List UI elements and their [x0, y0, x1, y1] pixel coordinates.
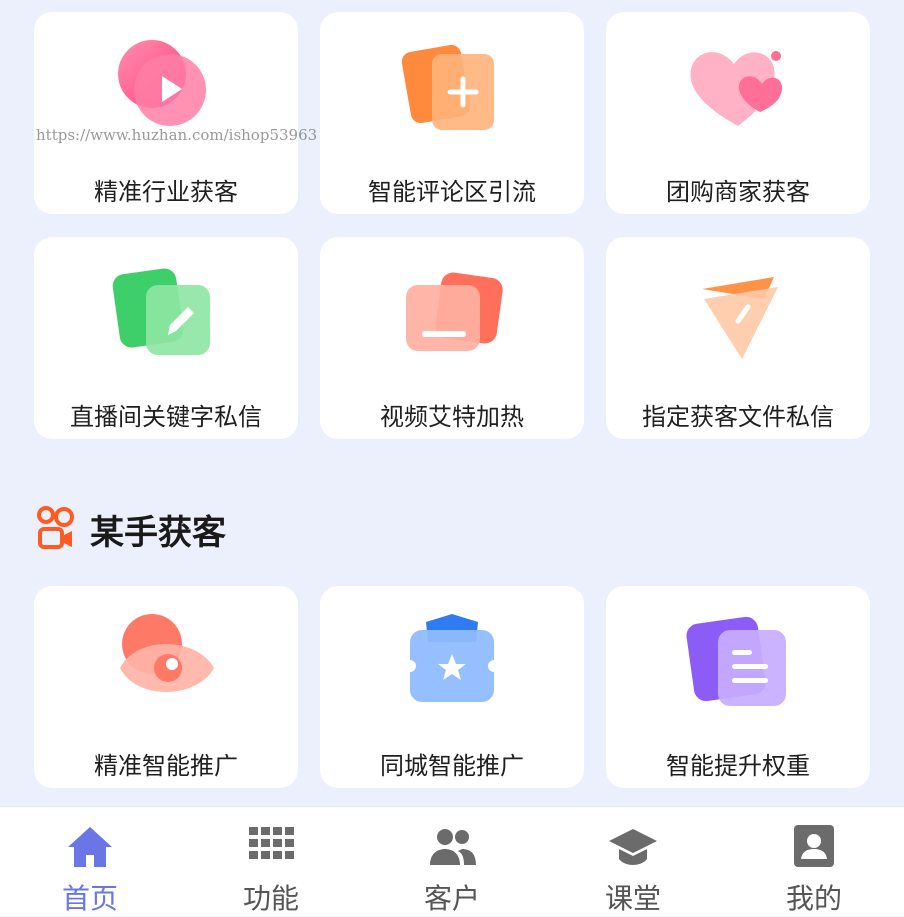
- profile-icon: [794, 825, 834, 867]
- feature-label: 视频艾特加热: [380, 403, 524, 431]
- feature-card-precise-industry[interactable]: 精准行业获客: [34, 12, 298, 214]
- feature-card-file-message[interactable]: 指定获客文件私信: [606, 237, 870, 439]
- feature-card-video-boost[interactable]: 视频艾特加热: [320, 237, 584, 439]
- tab-label: 我的: [785, 882, 842, 915]
- document-lines-icon: [686, 616, 786, 706]
- folder-minus-icon: [406, 272, 503, 351]
- add-document-icon: [401, 44, 494, 130]
- users-icon: [430, 829, 476, 865]
- tab-features[interactable]: 功能: [181, 807, 361, 916]
- feature-label: 精准行业获客: [94, 178, 238, 206]
- tab-classroom[interactable]: 课堂: [543, 807, 723, 916]
- feature-label: 智能评论区引流: [368, 178, 536, 206]
- feature-label: 团购商家获客: [666, 178, 810, 206]
- graduation-cap-icon: [609, 829, 657, 865]
- paper-plane-icon: [702, 277, 778, 359]
- feature-card-group-buy[interactable]: 团购商家获客: [606, 12, 870, 214]
- feature-label: 指定获客文件私信: [642, 403, 834, 431]
- tab-label: 课堂: [604, 882, 661, 915]
- grid-icon: [249, 827, 294, 859]
- tab-customers[interactable]: 客户: [362, 807, 542, 916]
- play-circle-icon: [118, 40, 206, 126]
- kuaishou-logo-icon: [37, 506, 74, 549]
- hearts-icon: [690, 51, 782, 126]
- feature-card-boost-weight[interactable]: 智能提升权重: [606, 586, 870, 788]
- feature-label: 智能提升权重: [666, 752, 810, 780]
- tab-label: 功能: [242, 882, 299, 915]
- feature-card-local-promotion[interactable]: 同城智能推广: [320, 586, 584, 788]
- watermark-text: https://www.huzhan.com/ishop53963: [36, 126, 318, 144]
- feature-label: 直播间关键字私信: [70, 403, 262, 431]
- tab-label: 客户: [423, 882, 480, 915]
- tab-label: 首页: [61, 882, 118, 915]
- home-icon: [68, 827, 112, 867]
- section-header: 某手获客: [36, 505, 226, 553]
- feature-card-live-keyword[interactable]: 直播间关键字私信: [34, 237, 298, 439]
- feature-label: 精准智能推广: [94, 752, 238, 780]
- star-ticket-icon: [404, 614, 500, 702]
- feature-label: 同城智能推广: [380, 752, 524, 780]
- feature-card-precise-promotion[interactable]: 精准智能推广: [34, 586, 298, 788]
- tab-mine[interactable]: 我的: [724, 807, 904, 916]
- edit-pencil-icon: [112, 268, 210, 355]
- bottom-tab-bar: 首页 功能 客户 课堂 我的: [0, 806, 904, 916]
- tab-home[interactable]: 首页: [0, 807, 180, 916]
- eye-icon: [120, 614, 214, 692]
- section-title: 某手获客: [90, 512, 226, 553]
- feature-card-comment-traffic[interactable]: 智能评论区引流: [320, 12, 584, 214]
